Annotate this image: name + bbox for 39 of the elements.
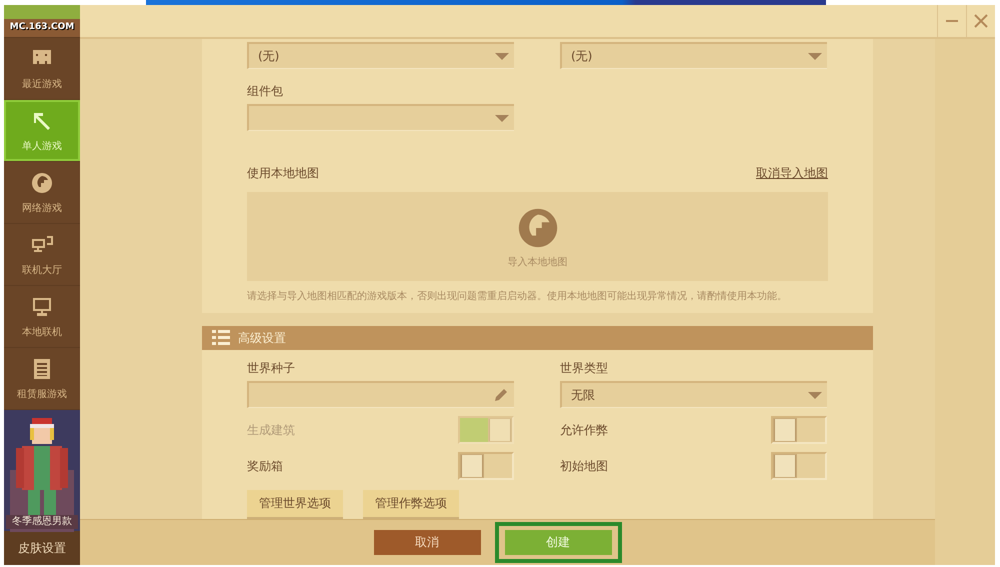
field-label: 组件包 [247, 83, 284, 100]
caret-icon [808, 52, 822, 60]
cancel-button[interactable]: 取消 [374, 530, 480, 555]
close-icon [974, 14, 988, 28]
globe-icon [30, 170, 54, 194]
sidebar-item[interactable]: 租赁服游戏 [4, 348, 80, 409]
field-label: 使用本地地图 [247, 165, 319, 182]
sidebar-item[interactable]: 单人游戏 [4, 100, 80, 161]
sidebar-item[interactable]: 网络游戏 [4, 162, 80, 223]
pencil-icon [493, 387, 509, 403]
caret-icon [495, 52, 509, 60]
options-button[interactable]: 管理世界选项 [247, 490, 343, 519]
sidebar-item[interactable]: 本地联机 [4, 286, 80, 347]
toggle-label: 奖励箱 [247, 458, 283, 474]
cancel-import-link[interactable]: 取消导入地图 [756, 165, 828, 182]
caret-icon [495, 114, 509, 122]
sidebar-item[interactable]: 联机大厅 [4, 224, 80, 285]
dropdown[interactable]: (无) [247, 42, 514, 69]
hint-text: 请选择与导入地图相匹配的游戏版本，否则出现问题需重启启动器。使用本地地图可能出现异常情况，请酌情使用本功能。 [247, 290, 788, 303]
logo-text: MC.163.COM [8, 21, 76, 34]
skin-caption: 冬季感恩男款 [6, 515, 78, 529]
dropdown[interactable]: (无) [560, 42, 827, 69]
toggle-switch[interactable] [771, 416, 827, 444]
dropdown[interactable] [247, 104, 514, 131]
field-label: 世界类型 [560, 360, 609, 377]
section-title: 高级设置 [238, 330, 286, 346]
caret-icon [808, 392, 822, 398]
toggle-label: 初始地图 [560, 458, 608, 474]
toggle-switch[interactable] [771, 452, 827, 480]
create-button[interactable]: 创建 [504, 530, 612, 555]
toggle-switch[interactable] [458, 452, 514, 480]
dropdown[interactable]: 无限 [560, 381, 827, 408]
toggle-label: 允许作弊 [560, 422, 608, 438]
field-label: 世界种子 [247, 360, 296, 377]
seed-field[interactable] [247, 381, 514, 408]
list-icon [212, 330, 230, 346]
options-button[interactable]: 管理作弊选项 [363, 490, 459, 519]
sidebar-item[interactable]: 最近游戏 [4, 38, 80, 99]
toggle-label: 生成建筑 [247, 422, 295, 438]
